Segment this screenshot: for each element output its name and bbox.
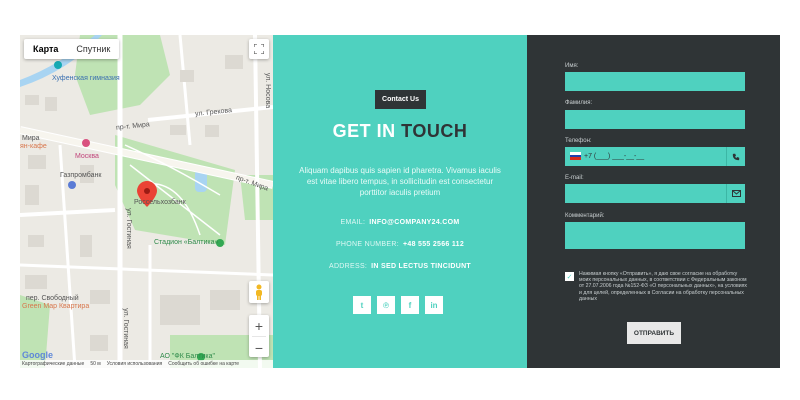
zoom-control: + − bbox=[249, 315, 269, 357]
phone-prefix[interactable]: +7 (___) ___-__-__ bbox=[570, 152, 645, 161]
email-label: E-mail: bbox=[565, 175, 584, 181]
name-field[interactable] bbox=[565, 72, 745, 91]
map-attribution: Картографические данные 50 м Условия исп… bbox=[20, 360, 273, 368]
map-label-street: Мира bbox=[22, 135, 40, 142]
map-label-moskva: Москва bbox=[75, 153, 99, 160]
zoom-in-button[interactable]: + bbox=[249, 315, 269, 336]
facebook-icon[interactable]: f bbox=[401, 296, 419, 314]
attribution-terms[interactable]: Условия использования bbox=[107, 361, 163, 367]
email-field[interactable] bbox=[565, 184, 745, 203]
tab-map[interactable]: Карта bbox=[24, 39, 67, 59]
map-label-rosselkhozbank: Россельхозбанк bbox=[134, 199, 186, 206]
title-dark: TOUCH bbox=[401, 121, 468, 141]
address-label: ADDRESS: bbox=[328, 263, 368, 270]
map-label-fk-baltika: АО "ФК Балтика" bbox=[160, 353, 216, 360]
envelope-icon bbox=[731, 190, 741, 197]
twitter-icon[interactable]: t bbox=[353, 296, 371, 314]
submit-button[interactable]: ОТПРАВИТЬ bbox=[627, 322, 681, 344]
phone-icon bbox=[732, 153, 740, 160]
email-value[interactable]: INFO@COMPANY24.COM bbox=[369, 219, 459, 226]
phone-mask: +7 (___) ___-__-__ bbox=[584, 152, 645, 160]
name-label: Имя: bbox=[565, 63, 579, 69]
address-value: IN SED LECTUS TINCIDUNT bbox=[371, 263, 472, 270]
fullscreen-icon bbox=[254, 44, 264, 54]
map-label-gazprombank: Газпромбанк bbox=[60, 172, 102, 179]
street-view-button[interactable] bbox=[249, 281, 269, 303]
tab-satellite[interactable]: Спутник bbox=[67, 39, 119, 59]
contact-us-badge: Contact Us bbox=[375, 90, 426, 109]
comment-field[interactable] bbox=[565, 222, 745, 249]
title-light: GET IN bbox=[332, 121, 402, 141]
map-label-street: ул. Гостиная bbox=[121, 308, 129, 349]
map-label-street: ул. Гостиная bbox=[124, 208, 132, 249]
consent-text: Нажимая кнопку «Отправить», я даю свое с… bbox=[579, 271, 748, 302]
map-label-cafe: ян-кафе bbox=[20, 143, 47, 150]
linkedin-icon[interactable]: in bbox=[425, 296, 443, 314]
phone-label: Телефон: bbox=[565, 138, 592, 144]
page-title: GET IN TOUCH bbox=[273, 121, 527, 142]
surname-field[interactable] bbox=[565, 110, 745, 129]
map-type-tabs: Карта Спутник bbox=[24, 39, 120, 59]
contact-section: Хуфенская гимназия Мира пр-т. Мира ул. Г… bbox=[20, 35, 780, 368]
fullscreen-button[interactable] bbox=[249, 39, 269, 59]
address-info: ADDRESS: IN SED LECTUS TINCIDUNT bbox=[273, 263, 527, 270]
comment-label: Комментарий: bbox=[565, 213, 605, 219]
contact-form: Имя: Фамилия: Телефон: +7 (___) ___-__-_… bbox=[527, 35, 780, 368]
social-links: t ℗ f in bbox=[353, 296, 443, 314]
phone-info: PHONE NUMBER: +48 555 2566 112 bbox=[273, 241, 527, 248]
map-label-green-map: Green Map Квартира bbox=[22, 303, 90, 310]
contact-info-panel: Contact Us GET IN TOUCH Aliquam dapibus … bbox=[273, 35, 527, 368]
email-info: EMAIL: INFO@COMPANY24.COM bbox=[273, 219, 527, 226]
surname-label: Фамилия: bbox=[565, 100, 593, 106]
russia-flag-icon bbox=[570, 152, 581, 161]
phone-field[interactable]: +7 (___) ___-__-__ bbox=[565, 147, 745, 166]
phone-icon-cell bbox=[726, 147, 745, 166]
phone-label: PHONE NUMBER: bbox=[335, 241, 399, 248]
attribution-scale[interactable]: 50 м bbox=[90, 361, 100, 367]
pegman-icon bbox=[256, 284, 262, 300]
zoom-out-button[interactable]: − bbox=[249, 337, 269, 358]
phone-value[interactable]: +48 555 2566 112 bbox=[403, 241, 464, 248]
map-label-street: пер. Свободный bbox=[26, 295, 79, 302]
map-label-street: ул. Носова bbox=[264, 72, 272, 109]
pinterest-icon[interactable]: ℗ bbox=[377, 296, 395, 314]
google-logo: Google bbox=[22, 350, 53, 360]
map-label-gymnasium: Хуфенская гимназия bbox=[52, 75, 120, 82]
attribution-data: Картографические данные bbox=[22, 361, 85, 367]
email-label: EMAIL: bbox=[340, 219, 366, 226]
description: Aliquam dapibus quis sapien id pharetra.… bbox=[299, 166, 501, 197]
map-widget[interactable]: Хуфенская гимназия Мира пр-т. Мира ул. Г… bbox=[20, 35, 273, 368]
email-icon-cell bbox=[726, 184, 745, 203]
attribution-report[interactable]: Сообщить об ошибке на карте bbox=[168, 361, 239, 367]
consent-checkbox[interactable]: ✓ bbox=[565, 272, 574, 281]
map-label-stadium: Стадион «Балтика» bbox=[154, 239, 219, 246]
